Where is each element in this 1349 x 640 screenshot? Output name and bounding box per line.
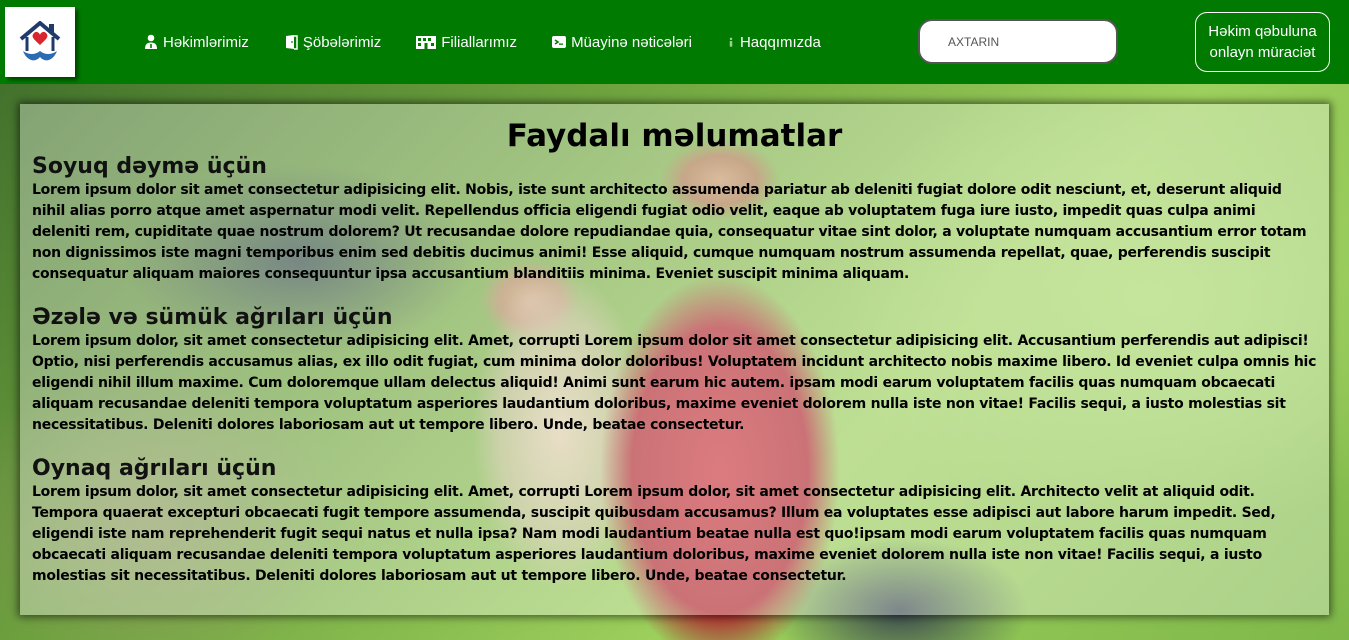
nav-item-doctors[interactable]: Həkimlərimiz	[143, 34, 249, 51]
nav-label: Müayinə nəticələri	[571, 33, 692, 51]
section-title: Soyuq dəymə üçün	[32, 154, 267, 179]
section-text: Lorem ipsum dolor, sit amet consectetur …	[32, 333, 1317, 433]
site-header: Həkimlərimiz Şöbələrimiz Filiallarımız M…	[0, 0, 1349, 84]
nav-item-exam-results[interactable]: Müayinə nəticələri	[551, 34, 692, 51]
info-section-muscle-bone: Əzələ və sümük ağrıları üçün Lorem ipsum…	[32, 305, 1317, 436]
doctor-icon	[145, 34, 157, 49]
heart-house-hands-icon	[19, 21, 61, 61]
nav-label: Filiallarımız	[441, 33, 518, 51]
info-icon	[729, 37, 733, 47]
nav-item-branches[interactable]: Filiallarımız	[415, 34, 517, 51]
nav-item-departments[interactable]: Şöbələrimiz	[283, 34, 381, 51]
nav-label: Haqqımızda	[739, 33, 821, 51]
logo[interactable]	[5, 7, 75, 77]
nav-label: Şöbələrimiz	[302, 33, 382, 51]
content-panel: Faydalı məlumatlar Soyuq dəymə üçün Lore…	[20, 104, 1329, 615]
nav-label: Həkimlərimiz	[163, 33, 249, 51]
info-section-cold: Soyuq dəymə üçün Lorem ipsum dolor sit a…	[32, 154, 1317, 285]
section-title: Oynaq ağrıları üçün	[32, 456, 277, 481]
section-text: Lorem ipsum dolor sit amet consectetur a…	[32, 182, 1307, 282]
info-section-joint: Oynaq ağrıları üçün Lorem ipsum dolor, s…	[32, 456, 1317, 587]
section-title: Əzələ və sümük ağrıları üçün	[32, 305, 393, 330]
section-text: Lorem ipsum dolor, sit amet consectetur …	[32, 484, 1276, 584]
online-appointment-button[interactable]: Həkim qəbuluna onlayn müraciət	[1195, 12, 1330, 72]
search-input[interactable]	[918, 19, 1118, 64]
building-icon	[416, 36, 437, 49]
nav-item-about[interactable]: Haqqımızda	[726, 34, 821, 51]
main-nav: Həkimlərimiz Şöbələrimiz Filiallarımız M…	[143, 30, 855, 54]
page-title: Faydalı məlumatlar	[506, 118, 843, 154]
door-icon	[285, 35, 298, 50]
document-icon	[552, 36, 567, 48]
